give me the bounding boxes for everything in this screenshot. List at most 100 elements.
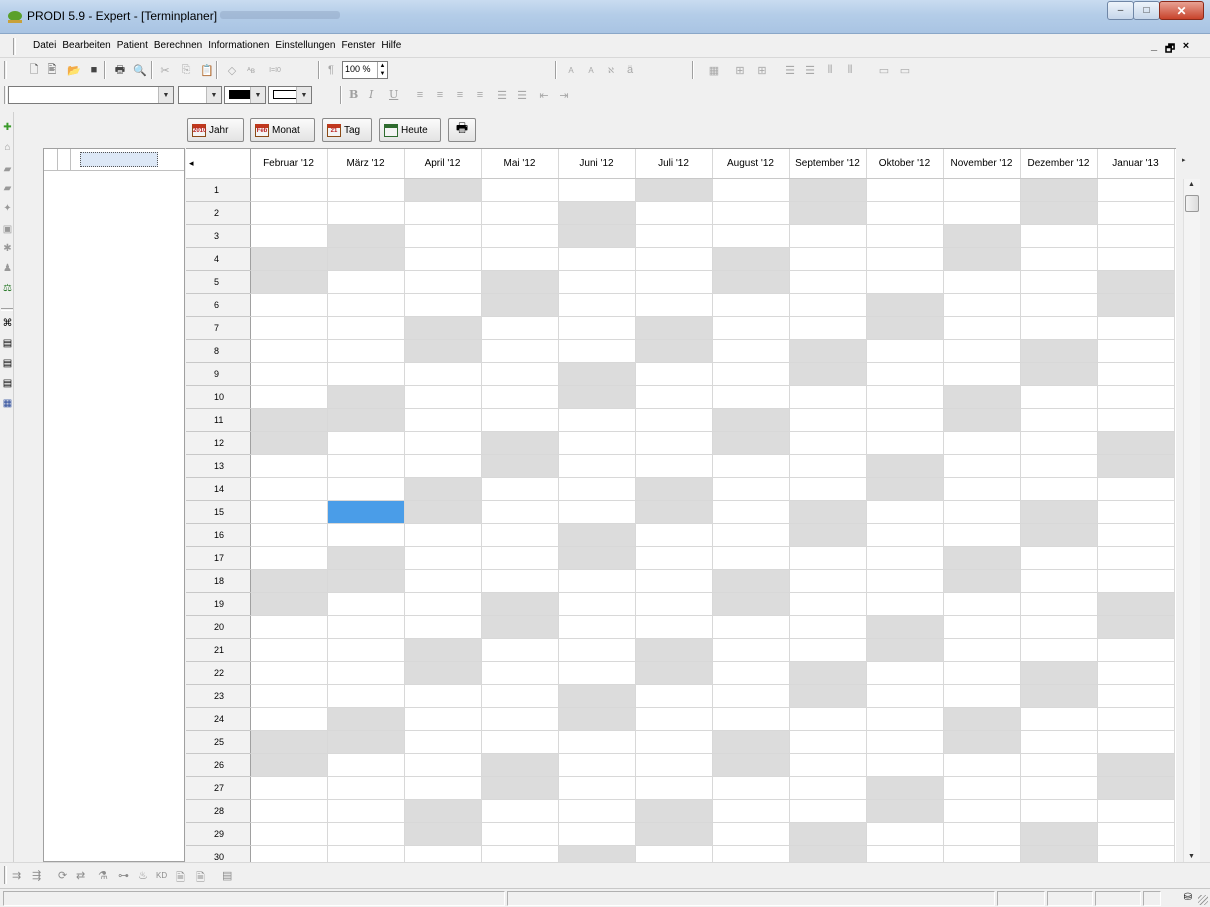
day-cell[interactable] xyxy=(404,661,482,685)
day-cell[interactable] xyxy=(481,500,559,524)
day-cell[interactable] xyxy=(789,546,867,570)
day-cell[interactable] xyxy=(1020,592,1098,616)
day-cell[interactable] xyxy=(789,523,867,547)
day-cell[interactable] xyxy=(1097,523,1175,547)
font-name-select[interactable]: ▼ xyxy=(8,86,174,104)
day-cell[interactable] xyxy=(327,684,405,708)
day-cell[interactable] xyxy=(327,431,405,455)
day-cell[interactable] xyxy=(789,707,867,731)
month-header[interactable]: Januar '13 xyxy=(1097,149,1175,179)
page-icon[interactable]: 🗎 xyxy=(196,869,205,888)
insert-col-right-icon[interactable]: ⫴ xyxy=(842,62,858,78)
truck-icon[interactable]: ▰ xyxy=(2,164,13,175)
insert-col-left-icon[interactable]: ⫴ xyxy=(822,62,838,78)
mdi-minimize-button[interactable]: _ xyxy=(1148,40,1160,59)
day-cell[interactable] xyxy=(481,592,559,616)
day-cell[interactable] xyxy=(866,615,944,639)
day-cell[interactable] xyxy=(635,316,713,340)
day-cell[interactable] xyxy=(712,776,790,800)
zoom-spinner[interactable]: ▲ ▼ xyxy=(377,62,387,78)
vehicle-icon[interactable]: ▰ xyxy=(2,183,13,194)
day-cell[interactable] xyxy=(481,523,559,547)
day-cell[interactable] xyxy=(327,385,405,409)
day-cell[interactable] xyxy=(558,362,636,386)
day-cell[interactable] xyxy=(789,661,867,685)
day-cell[interactable] xyxy=(635,431,713,455)
menu-einstellungen[interactable]: Einstellungen xyxy=(275,40,335,51)
insert-row-below-icon[interactable]: ☰ xyxy=(802,62,818,78)
day-cell[interactable] xyxy=(789,385,867,409)
day-cell[interactable] xyxy=(789,569,867,593)
bold-button[interactable]: B xyxy=(349,88,358,101)
day-cell[interactable] xyxy=(866,270,944,294)
sync-icon[interactable]: ⟳ xyxy=(58,869,67,882)
day-cell[interactable] xyxy=(404,753,482,777)
day-cell[interactable] xyxy=(404,638,482,662)
day-cell[interactable] xyxy=(712,293,790,317)
day-cell[interactable] xyxy=(327,247,405,271)
mdi-restore-button[interactable]: 🗗 xyxy=(1164,40,1176,59)
day-cell[interactable] xyxy=(558,224,636,248)
month-header[interactable]: Mai '12 xyxy=(481,149,559,179)
day-cell[interactable] xyxy=(866,477,944,501)
day-cell[interactable] xyxy=(1020,776,1098,800)
day-cell[interactable] xyxy=(1020,408,1098,432)
day-cell[interactable] xyxy=(558,661,636,685)
day-cell[interactable] xyxy=(712,339,790,363)
day-cell[interactable] xyxy=(712,546,790,570)
analysis-icon[interactable]: ✱ xyxy=(2,243,13,254)
day-cell[interactable] xyxy=(712,454,790,478)
day-cell[interactable] xyxy=(327,362,405,386)
chevron-down-icon[interactable]: ▼ xyxy=(206,87,221,103)
planner-icon[interactable]: ▦ xyxy=(2,398,13,409)
day-cell[interactable] xyxy=(250,592,328,616)
month-header[interactable]: April '12 xyxy=(404,149,482,179)
month-header[interactable]: November '12 xyxy=(943,149,1021,179)
day-cell[interactable] xyxy=(712,362,790,386)
numbered-list-icon[interactable]: ☰ xyxy=(514,87,530,103)
scrollbar-thumb[interactable] xyxy=(1185,195,1199,212)
day-cell[interactable] xyxy=(1020,339,1098,363)
day-cell[interactable] xyxy=(1020,638,1098,662)
day-cell[interactable] xyxy=(1020,569,1098,593)
day-cell[interactable] xyxy=(404,408,482,432)
month-header[interactable]: Dezember '12 xyxy=(1020,149,1098,179)
day-cell[interactable] xyxy=(943,224,1021,248)
scroll-left-icon[interactable]: ◂ xyxy=(186,149,251,179)
save-icon[interactable]: ■ xyxy=(86,62,102,78)
report-icon[interactable]: ▣ xyxy=(2,224,13,235)
day-cell[interactable] xyxy=(404,339,482,363)
day-cell[interactable] xyxy=(635,707,713,731)
day-cell[interactable] xyxy=(712,684,790,708)
day-cell[interactable] xyxy=(635,822,713,846)
resource-cell[interactable] xyxy=(44,149,58,170)
calendar-day-icon[interactable]: ▤ xyxy=(2,378,13,389)
day-cell[interactable] xyxy=(250,224,328,248)
day-cell[interactable] xyxy=(635,592,713,616)
day-cell[interactable] xyxy=(558,339,636,363)
month-header[interactable]: September '12 xyxy=(789,149,867,179)
day-cell[interactable] xyxy=(943,247,1021,271)
vertical-scrollbar[interactable]: ▲ ▼ xyxy=(1183,179,1200,862)
export-icon[interactable]: ⇶ xyxy=(32,869,41,882)
resize-grip[interactable] xyxy=(1198,895,1208,905)
day-cell[interactable] xyxy=(1020,753,1098,777)
day-cell[interactable] xyxy=(1020,615,1098,639)
day-cell[interactable] xyxy=(866,201,944,225)
day-cell[interactable] xyxy=(943,408,1021,432)
month-header[interactable]: Oktober '12 xyxy=(866,149,944,179)
day-cell[interactable] xyxy=(481,224,559,248)
day-cell[interactable] xyxy=(1097,477,1175,501)
day-cell[interactable] xyxy=(1097,569,1175,593)
day-cell[interactable] xyxy=(1020,247,1098,271)
day-cell[interactable] xyxy=(1020,316,1098,340)
day-cell[interactable] xyxy=(1097,362,1175,386)
day-cell[interactable] xyxy=(635,753,713,777)
day-cell[interactable] xyxy=(866,661,944,685)
day-cell[interactable] xyxy=(943,293,1021,317)
day-cell[interactable] xyxy=(250,753,328,777)
merge-cells-icon[interactable]: ▭ xyxy=(876,62,892,78)
day-cell[interactable] xyxy=(558,385,636,409)
day-cell[interactable] xyxy=(1097,293,1175,317)
text-color-select[interactable]: ▼ xyxy=(224,86,266,104)
